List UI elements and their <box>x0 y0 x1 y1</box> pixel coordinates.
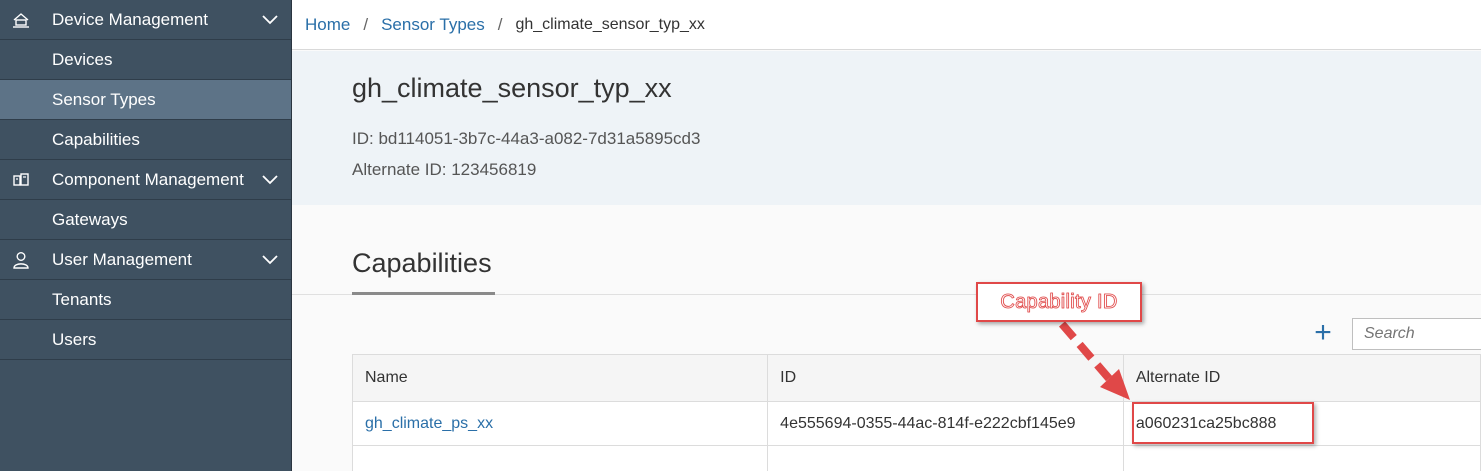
active-tab-underline <box>352 292 495 295</box>
capability-id-callout: Capability ID <box>976 282 1142 322</box>
chevron-down-icon[interactable] <box>261 172 279 188</box>
sidebar: Device Management Devices Sensor Types C… <box>0 0 292 471</box>
breadcrumb-sensor-types-link[interactable]: Sensor Types <box>381 15 485 35</box>
capability-id-cell: 4e555694-0355-44ac-814f-e222cbf145e9 <box>767 401 1124 446</box>
empty-cell <box>351 445 769 471</box>
page-title: gh_climate_sensor_typ_xx <box>352 73 672 103</box>
column-header-name[interactable]: Name <box>351 354 769 402</box>
device-management-icon <box>13 13 29 28</box>
sidebar-item-gateways[interactable]: Gateways <box>0 200 292 240</box>
main-content: Home / Sensor Types / gh_climate_sensor_… <box>292 0 1481 471</box>
nav-group-label: Device Management <box>52 9 208 29</box>
empty-cell <box>767 445 1124 471</box>
nav-group-label: Component Management <box>52 169 244 189</box>
callout-label: Capability ID <box>1000 290 1118 313</box>
user-icon <box>13 252 29 269</box>
capabilities-section-title[interactable]: Capabilities <box>352 248 492 279</box>
chevron-down-icon[interactable] <box>261 12 279 28</box>
capability-name-link[interactable]: gh_climate_ps_xx <box>351 401 769 446</box>
capability-alternate-id-cell: a060231ca25bc888 <box>1122 401 1481 446</box>
table-row[interactable]: gh_climate_ps_xx 4e555694-0355-44ac-814f… <box>351 401 1481 446</box>
nav-group-label: User Management <box>52 249 192 269</box>
sidebar-item-tenants[interactable]: Tenants <box>0 280 292 320</box>
sidebar-item-sensor-types[interactable]: Sensor Types <box>0 80 292 120</box>
table-row-empty <box>351 445 1481 471</box>
add-capability-button[interactable]: + <box>1310 318 1336 348</box>
component-management-icon <box>13 173 29 186</box>
empty-cell <box>1122 445 1481 471</box>
search-input[interactable] <box>1352 318 1481 350</box>
object-header: gh_climate_sensor_typ_xx ID: bd114051-3b… <box>292 51 1481 205</box>
nav-group-user-management[interactable]: User Management <box>0 240 292 280</box>
sensor-type-id: ID: bd114051-3b7c-44a3-a082-7d31a5895cd3 <box>352 129 701 148</box>
sidebar-item-capabilities[interactable]: Capabilities <box>0 120 292 160</box>
column-header-alternate-id[interactable]: Alternate ID <box>1122 354 1481 402</box>
breadcrumb-home-link[interactable]: Home <box>305 15 350 35</box>
table-header-row: Name ID Alternate ID <box>351 354 1481 402</box>
sensor-type-alternate-id: Alternate ID: 123456819 <box>352 160 537 179</box>
sidebar-item-users[interactable]: Users <box>0 320 292 360</box>
breadcrumb-current: gh_climate_sensor_typ_xx <box>515 15 705 33</box>
chevron-down-icon[interactable] <box>261 252 279 268</box>
nav-group-device-management[interactable]: Device Management <box>0 0 292 40</box>
breadcrumb-separator: / <box>497 14 503 34</box>
capabilities-table: Name ID Alternate ID gh_climate_ps_xx 4e… <box>351 354 1481 471</box>
breadcrumb-separator: / <box>363 14 369 34</box>
breadcrumb: Home / Sensor Types / gh_climate_sensor_… <box>292 0 1481 50</box>
nav-group-component-management[interactable]: Component Management <box>0 160 292 200</box>
sidebar-item-devices[interactable]: Devices <box>0 40 292 80</box>
column-header-id[interactable]: ID <box>767 354 1124 402</box>
